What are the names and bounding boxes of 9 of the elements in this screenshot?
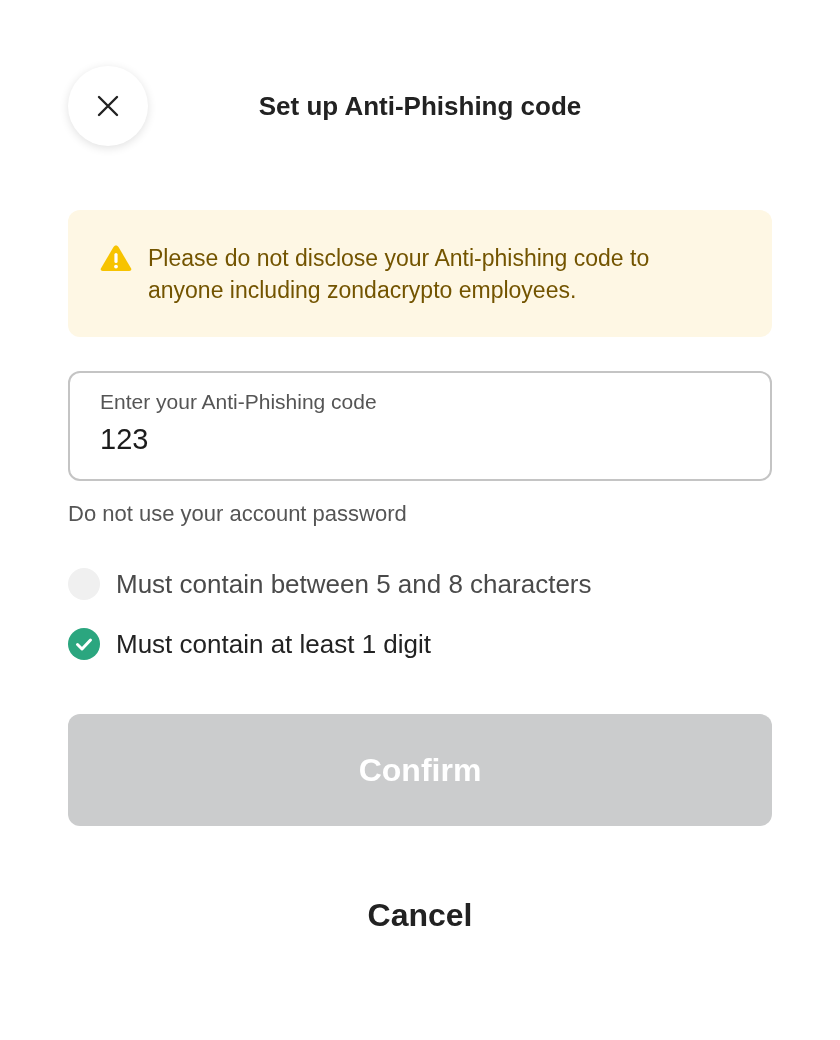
requirement-text: Must contain between 5 and 8 characters	[116, 568, 592, 600]
dialog-title: Set up Anti-Phishing code	[257, 90, 583, 122]
warning-icon	[100, 244, 132, 272]
warning-text: Please do not disclose your Anti-phishing code to anyone including zondacrypto employees.	[148, 244, 651, 305]
requirement-text: Must contain at least 1 digit	[116, 628, 432, 660]
code-input-field[interactable]: Enter your Anti-Phishing code 123	[68, 371, 772, 481]
close-icon	[96, 94, 120, 118]
helper-text: Do not use your account password	[68, 500, 408, 528]
cancel-button[interactable]: Cancel	[343, 885, 497, 945]
